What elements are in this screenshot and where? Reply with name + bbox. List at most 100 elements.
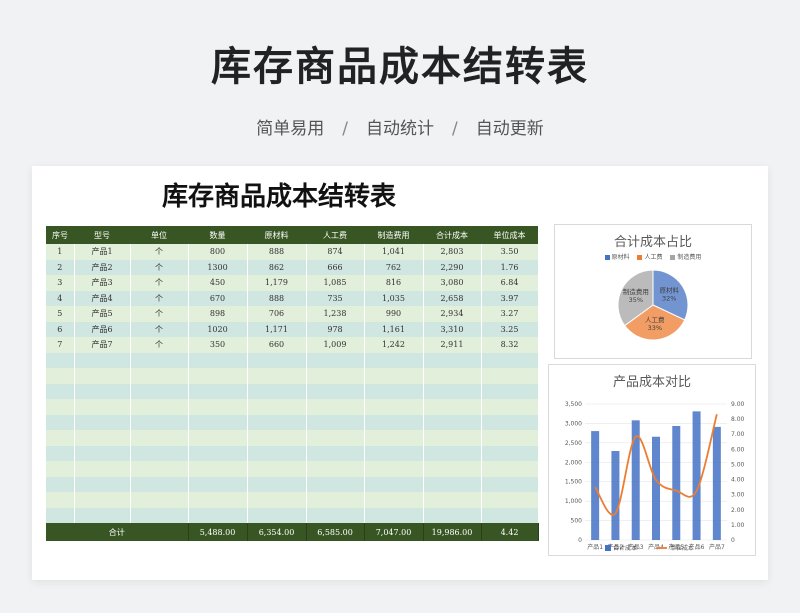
table-cell[interactable]	[46, 445, 75, 461]
table-cell[interactable]	[46, 414, 75, 430]
table-cell[interactable]: 3.25	[481, 321, 539, 337]
table-cell[interactable]: 个	[130, 275, 189, 291]
table-cell[interactable]: 2,934	[423, 306, 482, 322]
table-cell[interactable]	[188, 445, 248, 461]
table-cell[interactable]	[423, 368, 482, 384]
table-cell[interactable]	[188, 414, 248, 430]
table-cell[interactable]: 1,238	[306, 306, 365, 322]
table-cell[interactable]: 2	[46, 259, 75, 275]
table-cell[interactable]	[130, 399, 189, 415]
table-cell[interactable]	[423, 399, 482, 415]
table-cell[interactable]	[247, 430, 307, 446]
table-cell[interactable]	[188, 461, 248, 477]
table-cell[interactable]: 4	[46, 290, 75, 306]
table-cell[interactable]	[74, 430, 131, 446]
table-cell[interactable]	[481, 461, 539, 477]
table-cell[interactable]	[364, 445, 424, 461]
table-cell[interactable]	[423, 430, 482, 446]
table-cell[interactable]: 1,035	[364, 290, 424, 306]
table-cell[interactable]	[364, 414, 424, 430]
table-cell[interactable]	[46, 507, 75, 523]
table-cell[interactable]	[306, 352, 365, 368]
table-cell[interactable]	[481, 383, 539, 399]
table-cell[interactable]	[130, 476, 189, 492]
table-cell[interactable]: 1,179	[247, 275, 307, 291]
table-cell[interactable]: 产品4	[74, 290, 131, 306]
table-cell[interactable]: 2,658	[423, 290, 482, 306]
table-cell[interactable]: 1020	[188, 321, 248, 337]
table-cell[interactable]: 个	[130, 321, 189, 337]
table-cell[interactable]	[130, 414, 189, 430]
table-cell[interactable]: 3.27	[481, 306, 539, 322]
table-cell[interactable]: 个	[130, 337, 189, 353]
table-cell[interactable]: 990	[364, 306, 424, 322]
table-cell[interactable]: 1,009	[306, 337, 365, 353]
table-cell[interactable]: 6.84	[481, 275, 539, 291]
table-cell[interactable]	[481, 414, 539, 430]
table-cell[interactable]	[423, 492, 482, 508]
table-cell[interactable]	[364, 461, 424, 477]
table-cell[interactable]: 1,171	[247, 321, 307, 337]
table-cell[interactable]	[188, 430, 248, 446]
table-cell[interactable]	[306, 461, 365, 477]
table-cell[interactable]	[306, 430, 365, 446]
table-cell[interactable]: 产品2	[74, 259, 131, 275]
table-cell[interactable]: 产品6	[74, 321, 131, 337]
table-cell[interactable]	[481, 368, 539, 384]
table-cell[interactable]	[423, 414, 482, 430]
table-cell[interactable]: 888	[247, 290, 307, 306]
table-cell[interactable]: 666	[306, 259, 365, 275]
table-cell[interactable]: 800	[188, 244, 248, 260]
table-cell[interactable]: 产品3	[74, 275, 131, 291]
table-cell[interactable]	[46, 399, 75, 415]
table-cell[interactable]	[423, 507, 482, 523]
table-cell[interactable]	[130, 507, 189, 523]
table-cell[interactable]	[247, 383, 307, 399]
table-cell[interactable]	[74, 368, 131, 384]
table-cell[interactable]: 762	[364, 259, 424, 275]
table-cell[interactable]: 816	[364, 275, 424, 291]
table-cell[interactable]	[247, 352, 307, 368]
table-cell[interactable]	[130, 445, 189, 461]
table-cell[interactable]	[481, 352, 539, 368]
table-cell[interactable]: 1,041	[364, 244, 424, 260]
table-cell[interactable]: 产品5	[74, 306, 131, 322]
table-cell[interactable]	[74, 352, 131, 368]
table-cell[interactable]	[188, 399, 248, 415]
table-cell[interactable]	[306, 414, 365, 430]
table-cell[interactable]	[364, 383, 424, 399]
table-cell[interactable]: 产品1	[74, 244, 131, 260]
table-cell[interactable]: 个	[130, 306, 189, 322]
table-cell[interactable]	[46, 383, 75, 399]
table-cell[interactable]: 1,085	[306, 275, 365, 291]
table-cell[interactable]	[130, 352, 189, 368]
table-cell[interactable]	[306, 507, 365, 523]
table-cell[interactable]	[423, 383, 482, 399]
table-cell[interactable]	[306, 476, 365, 492]
table-cell[interactable]	[74, 476, 131, 492]
table-cell[interactable]	[423, 461, 482, 477]
table-cell[interactable]	[188, 368, 248, 384]
table-cell[interactable]	[74, 492, 131, 508]
table-cell[interactable]: 个	[130, 290, 189, 306]
table-cell[interactable]	[46, 476, 75, 492]
table-cell[interactable]	[306, 383, 365, 399]
table-cell[interactable]	[188, 383, 248, 399]
table-cell[interactable]	[74, 445, 131, 461]
table-cell[interactable]	[423, 445, 482, 461]
table-cell[interactable]: 2,911	[423, 337, 482, 353]
table-cell[interactable]: 产品7	[74, 337, 131, 353]
table-cell[interactable]	[364, 476, 424, 492]
table-cell[interactable]	[46, 430, 75, 446]
table-cell[interactable]	[364, 368, 424, 384]
table-cell[interactable]	[188, 492, 248, 508]
table-cell[interactable]: 898	[188, 306, 248, 322]
table-cell[interactable]: 5	[46, 306, 75, 322]
table-cell[interactable]: 7	[46, 337, 75, 353]
table-cell[interactable]: 978	[306, 321, 365, 337]
table-cell[interactable]	[306, 492, 365, 508]
table-cell[interactable]	[130, 492, 189, 508]
table-cell[interactable]: 2,290	[423, 259, 482, 275]
table-cell[interactable]: 8.32	[481, 337, 539, 353]
table-cell[interactable]	[423, 352, 482, 368]
